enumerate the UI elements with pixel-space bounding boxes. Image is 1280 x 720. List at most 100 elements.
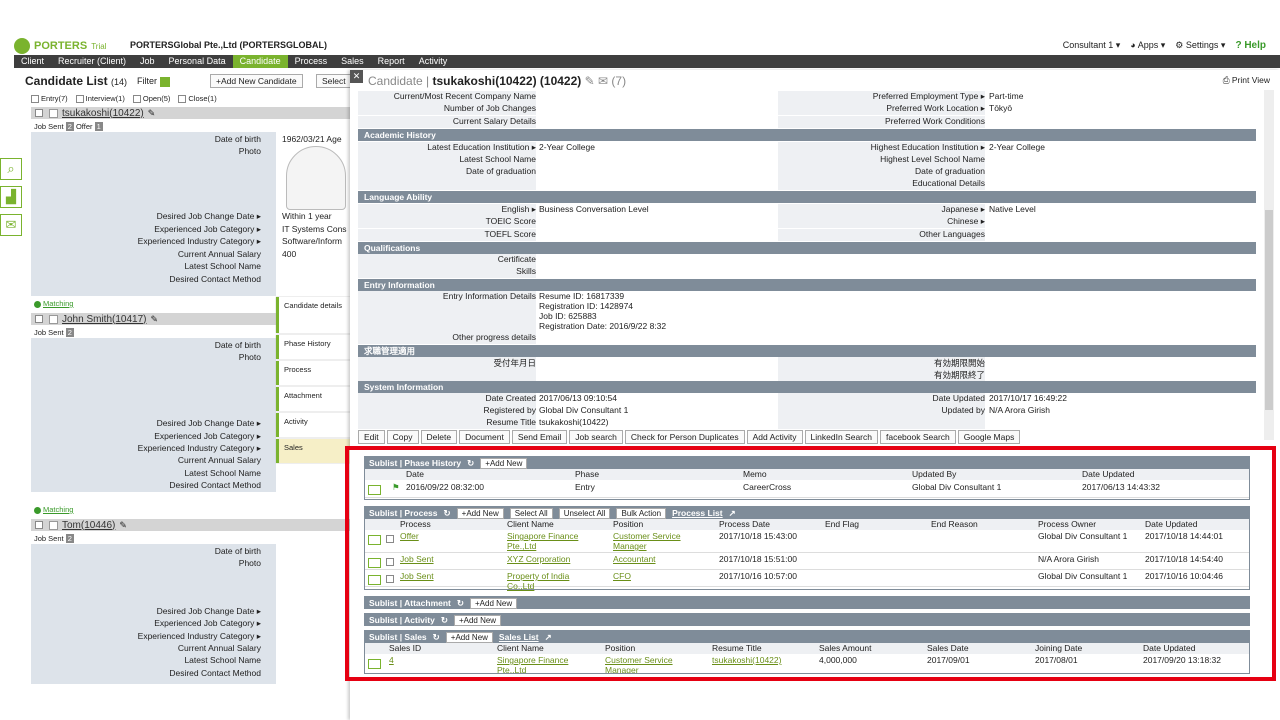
list-count: (14) (111, 77, 128, 87)
close-icon[interactable]: ✕ (350, 70, 363, 83)
field-label: Current Salary Details (452, 116, 536, 126)
field-row: Current Annual Salary 400 (31, 249, 351, 261)
print-view-button[interactable]: ⎙ Print View (1223, 75, 1270, 86)
filter-button[interactable]: Filter (137, 76, 170, 87)
action-linkedin-searchbutton[interactable]: LinkedIn Search (804, 430, 878, 444)
nav-recruiter[interactable]: Recruiter (Client) (51, 55, 133, 68)
field-value: 2-Year College (539, 142, 595, 152)
user-menu[interactable]: Consultant 1 ▾ (1063, 40, 1121, 51)
field-value: Native Level (989, 204, 1036, 214)
pin-icon[interactable]: ✎ (151, 314, 159, 325)
close-checkbox[interactable]: Close(1) (178, 94, 217, 104)
entry-checkbox[interactable]: Entry(7) (31, 94, 68, 104)
nav-client[interactable]: Client (14, 55, 51, 68)
settings-menu[interactable]: ⚙ Settings ▾ (1175, 40, 1225, 51)
field-row: Desired Job Change Date ▸ Within 1 year (31, 211, 351, 223)
section-header-entry[interactable]: Entry Information (358, 279, 1256, 291)
field-row: Experienced Industry Category ▸ Software/… (31, 236, 351, 248)
menu-activity[interactable]: Activity (276, 413, 352, 437)
checkbox[interactable] (75, 95, 84, 104)
checkbox[interactable] (31, 95, 39, 104)
chart-icon[interactable]: ▟ (0, 186, 22, 208)
nav-report[interactable]: Report (371, 55, 412, 68)
nav-job[interactable]: Job (133, 55, 162, 68)
apps-menu[interactable]: ◕ Apps ▾ (1130, 40, 1165, 51)
menu-phase-history[interactable]: Phase History (276, 335, 352, 359)
matching-link[interactable]: Matching (34, 299, 73, 308)
field-row: Latest School Name (31, 261, 351, 273)
add-new-candidate-button[interactable]: +Add New Candidate (210, 74, 303, 88)
field-label: Photo (238, 558, 261, 568)
action-add-activitybutton[interactable]: Add Activity (746, 430, 803, 444)
pin-icon[interactable]: ✎ (148, 108, 156, 119)
nav-personal-data[interactable]: Personal Data (162, 55, 233, 68)
detail-row: Date Created 2017/06/13 09:10:54 Date Upda… (358, 393, 1256, 405)
menu-sales[interactable]: Sales (276, 439, 352, 463)
card-dropdown[interactable] (49, 314, 58, 324)
section-header-qual[interactable]: Qualifications (358, 242, 1256, 254)
pin-icon[interactable]: ✎ (119, 520, 127, 531)
menu-process[interactable]: Process (276, 361, 352, 385)
field-row: Desired Contact Method (31, 274, 351, 286)
field-value: 2-Year College (989, 142, 1045, 152)
checkbox[interactable] (132, 95, 141, 104)
company-name: PORTERSGlobal Pte.,Ltd (PORTERSGLOBAL) (130, 40, 328, 50)
help-link[interactable]: ? Help (1235, 40, 1266, 51)
section-header-system[interactable]: System Information (358, 381, 1256, 393)
field-label: 有効期限開始 (933, 358, 985, 368)
checkbox[interactable] (178, 95, 187, 104)
search-icon[interactable]: ⌕ (0, 158, 22, 180)
candidate-name-link[interactable]: Tom(10446) (62, 520, 115, 531)
card-checkbox[interactable] (35, 315, 43, 323)
action-job-searchbutton[interactable]: Job search (569, 430, 623, 444)
action-facebook-searchbutton[interactable]: facebook Search (879, 430, 956, 444)
nav-candidate[interactable]: Candidate (232, 55, 288, 68)
field-label: Latest Education Institution ▸ (427, 142, 536, 152)
menu-attachment[interactable]: Attachment (276, 387, 352, 411)
pin-icon[interactable]: ✎ (585, 74, 595, 88)
field-label: Photo (238, 352, 261, 362)
open-checkbox[interactable]: Open(5) (132, 94, 170, 104)
section-header-jp[interactable]: 求職管理適用 (358, 345, 1256, 357)
field-label: Preferred Work Conditions (885, 116, 985, 126)
card-dropdown[interactable] (49, 520, 58, 530)
field-label: Latest School Name (184, 468, 261, 478)
detail-row: Educational Details (358, 178, 1256, 190)
nav-process[interactable]: Process (288, 55, 335, 68)
field-label: 有効期限終了 (933, 370, 985, 380)
menu-candidate-details[interactable]: Candidate details (276, 297, 352, 333)
action-send-emailbutton[interactable]: Send Email (511, 430, 568, 444)
logo-text: PORTERS (34, 40, 88, 52)
detail-row: 受付年月日 有効期限開始 (358, 357, 1256, 369)
card-dropdown[interactable] (49, 108, 58, 118)
section-header-language[interactable]: Language Ability (358, 191, 1256, 203)
detail-row: TOEIC Score Chinese ▸ (358, 216, 1256, 228)
matching-link[interactable]: Matching (34, 505, 73, 514)
card-tags: Job Sent 2 (34, 534, 74, 543)
action-documentbutton[interactable]: Document (459, 430, 510, 444)
field-label: Date Updated (932, 393, 985, 403)
action-check-for-person-duplicatesbutton[interactable]: Check for Person Duplicates (624, 430, 745, 444)
candidate-name-link[interactable]: John Smith(10417) (62, 314, 147, 325)
nav-activity[interactable]: Activity (412, 55, 455, 68)
section-header-academic[interactable]: Academic History (358, 129, 1256, 141)
action-editbutton[interactable]: Edit (358, 430, 385, 444)
mail-icon[interactable]: ✉ (598, 74, 608, 88)
field-value: Business Conversation Level (539, 204, 649, 214)
action-copybutton[interactable]: Copy (386, 430, 419, 444)
card-checkbox[interactable] (35, 521, 43, 529)
candidate-name-link[interactable]: tsukakoshi(10422) (62, 108, 144, 119)
field-value: IT Systems Cons (282, 224, 347, 234)
detail-action-bar: Edit Copy Delete Document Send Email Job sear… (358, 430, 1021, 444)
card-checkbox[interactable] (35, 109, 43, 117)
mail-icon[interactable]: ✉ (0, 214, 22, 236)
action-google-mapsbutton[interactable]: Google Maps (957, 430, 1021, 444)
nav-sales[interactable]: Sales (334, 55, 371, 68)
action-deletebutton[interactable]: Delete (420, 430, 458, 444)
field-row: Experienced Job Category ▸ IT Systems Con… (31, 224, 351, 236)
interview-checkbox[interactable]: Interview(1) (75, 94, 125, 104)
scrollbar-thumb[interactable] (1265, 210, 1273, 410)
field-row: Date of birth 1962/03/21 Age (31, 134, 351, 146)
select-button[interactable]: Select (316, 74, 352, 88)
porters-logo[interactable]: PORTERS Trial (14, 38, 106, 54)
